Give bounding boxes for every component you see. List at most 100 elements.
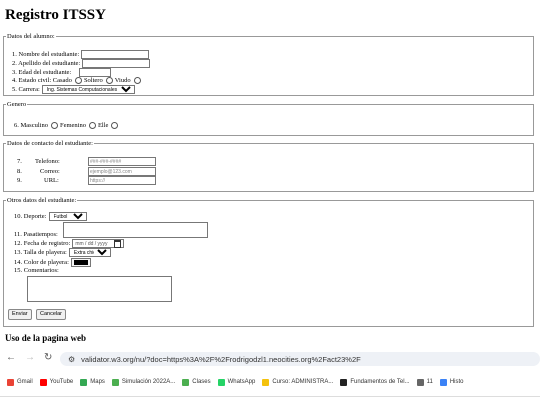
- label-fecha: 12. Fecha de registro:: [14, 240, 71, 247]
- color-picker[interactable]: [70, 258, 91, 267]
- telefono-input[interactable]: [88, 157, 156, 166]
- label-elle: Elle: [97, 122, 109, 129]
- comentarios-textarea[interactable]: [27, 276, 172, 302]
- num-url: 9.: [17, 177, 22, 184]
- address-bar-row: ← → ↻ ⚙ validator.w3.org/nu/?doc=https%3…: [0, 349, 540, 369]
- talla-select[interactable]: Extra chica: [68, 248, 111, 257]
- label-estado: 4. Estado civil: Casado: [12, 77, 72, 84]
- label-viudo: Viudo: [114, 77, 131, 84]
- divider: [0, 396, 540, 397]
- row-color: 14. Color de playera:: [14, 258, 91, 267]
- bookmark-label: Fundamentos de Tel...: [350, 379, 410, 385]
- bookmark-item[interactable]: WhatsApp: [217, 378, 256, 386]
- enviar-button[interactable]: Enviar: [8, 309, 32, 320]
- bookmark-label: Clases: [192, 379, 211, 385]
- radio-masculino[interactable]: [50, 122, 58, 129]
- bookmark-item[interactable]: 11: [416, 378, 433, 386]
- url-text: validator.w3.org/nu/?doc=https%3A%2F%2Fr…: [81, 354, 361, 364]
- bookmark-label: Gmail: [17, 379, 33, 385]
- radio-viudo[interactable]: [133, 77, 141, 84]
- bookmark-icon: [111, 378, 119, 386]
- label-deporte: 10. Deporte:: [14, 213, 47, 220]
- bookmark-icon: [80, 378, 88, 386]
- row-pasatiempos: 11. Pasatiempos:: [14, 231, 58, 238]
- row-genero: 6. Masculino Femenino Elle: [14, 122, 120, 129]
- page: Registro ITSSY Datos del alumno: 1. Nomb…: [0, 0, 540, 343]
- bookmark-label: WhatsApp: [227, 379, 256, 385]
- color-swatch: [73, 260, 88, 265]
- bookmark-icon: [217, 378, 225, 386]
- bookmark-icon: [39, 378, 47, 386]
- row-apellido: 2. Apellido del estudiante:: [12, 59, 151, 68]
- label-url: URL:: [44, 177, 59, 184]
- bookmark-icon: [439, 378, 447, 386]
- bookmark-item[interactable]: Fundamentos de Tel...: [340, 378, 410, 386]
- label-soltero: Soltero: [83, 77, 103, 84]
- bookmark-icon: [416, 378, 424, 386]
- legend-contacto: Datos de contacto del estudiante:: [7, 140, 93, 147]
- apellido-input[interactable]: [82, 59, 151, 68]
- label-apellido: 2. Apellido del estudiante:: [12, 60, 81, 67]
- legend-alumno: Datos del alumno:: [7, 33, 55, 40]
- bookmark-item[interactable]: Histo: [439, 378, 464, 386]
- radio-femenino[interactable]: [88, 122, 96, 129]
- bookmark-item[interactable]: Clases: [182, 378, 211, 386]
- label-femenino: Femenino: [59, 122, 86, 129]
- legend-otros: Otros datos del estudiante:: [7, 197, 77, 204]
- bookmark-label: Simulación 2022A...: [121, 379, 176, 385]
- row-comentarios: 15. Comentarios:: [14, 267, 59, 274]
- row-edad: 3. Edad del estudiante:: [12, 68, 112, 77]
- bookmark-label: 11: [426, 379, 433, 385]
- fieldset-genero: Genero: [3, 101, 534, 136]
- radio-elle[interactable]: [111, 122, 119, 129]
- carrera-select[interactable]: Ing. Sistemas Computacionales: [41, 85, 135, 94]
- bookmark-item[interactable]: Curso: ADMINISTRA...: [262, 378, 334, 386]
- row-correo: 8. Correo:: [17, 167, 156, 176]
- bookmark-label: Curso: ADMINISTRA...: [272, 379, 334, 385]
- bookmarks-bar: Gmail YouTube Maps Simulación 2022A... Clase…: [0, 370, 540, 394]
- bookmark-icon: [340, 378, 348, 386]
- bookmark-item[interactable]: Simulación 2022A...: [111, 378, 176, 386]
- num-telefono: 7.: [17, 158, 22, 165]
- uso-heading: Uso de la pagina web: [5, 333, 87, 343]
- nombre-input[interactable]: [81, 50, 150, 59]
- bookmark-item[interactable]: YouTube: [39, 378, 74, 386]
- label-pasatiempos: 11. Pasatiempos:: [14, 231, 58, 238]
- row-url: 9. URL:: [17, 176, 156, 185]
- calendar-icon[interactable]: [113, 239, 121, 248]
- row-talla: 13. Talla de playera: Extra chica: [14, 248, 111, 257]
- cancelar-button[interactable]: Cancelar: [36, 309, 67, 320]
- bookmark-icon: [7, 378, 14, 386]
- bookmark-label: Maps: [90, 379, 105, 385]
- bookmark-item[interactable]: Maps: [80, 378, 105, 386]
- edad-input[interactable]: [79, 68, 112, 77]
- fecha-input[interactable]: mm / dd / yyyy: [72, 239, 124, 248]
- row-estado: 4. Estado civil: Casado Soltero Viudo: [12, 77, 143, 84]
- forward-arrow-icon[interactable]: →: [25, 352, 35, 363]
- radio-casado[interactable]: [74, 77, 82, 84]
- row-carrera: 5. Carrera: Ing. Sistemas Computacionale…: [12, 85, 135, 94]
- label-comentarios: 15. Comentarios:: [14, 267, 59, 274]
- site-info-icon[interactable]: ⚙: [68, 355, 75, 364]
- bookmark-label: YouTube: [49, 379, 74, 385]
- correo-input[interactable]: [88, 167, 156, 176]
- reload-icon[interactable]: ↻: [44, 352, 52, 363]
- back-arrow-icon[interactable]: ←: [6, 352, 16, 363]
- page-title: Registro ITSSY: [5, 7, 106, 23]
- radio-soltero[interactable]: [105, 77, 113, 84]
- row-nombre: 1. Nombre del estudiante:: [12, 50, 150, 59]
- num-correo: 8.: [17, 168, 22, 175]
- bookmark-item[interactable]: Gmail: [7, 378, 33, 386]
- deporte-select[interactable]: Futbol: [48, 212, 87, 221]
- bookmark-icon: [262, 378, 270, 386]
- pasatiempos-textarea[interactable]: [63, 222, 208, 238]
- bookmark-icon: [182, 378, 190, 386]
- label-carrera: 5. Carrera:: [12, 86, 40, 93]
- row-telefono: 7. Telefono:: [17, 157, 156, 166]
- label-talla: 13. Talla de playera:: [14, 249, 67, 256]
- label-telefono: Telefono:: [35, 158, 60, 165]
- row-deporte: 10. Deporte: Futbol: [14, 212, 87, 221]
- url-input[interactable]: [88, 176, 156, 185]
- label-edad: 3. Edad del estudiante:: [12, 69, 72, 76]
- url-bar[interactable]: ⚙ validator.w3.org/nu/?doc=https%3A%2F%2…: [60, 352, 540, 366]
